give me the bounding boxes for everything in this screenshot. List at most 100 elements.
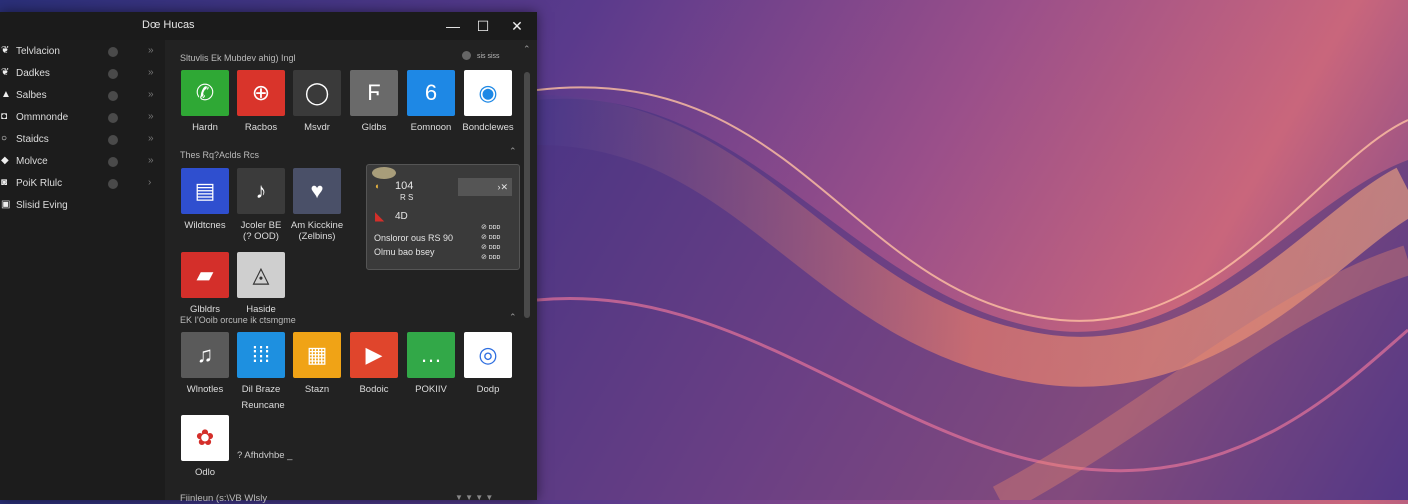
sidebar-item-salbes[interactable]: ▲ Salbes » (0, 86, 165, 106)
app-tile[interactable]: ⊕ (237, 70, 285, 116)
app-tile-label: Eomnoon (410, 122, 452, 133)
sidebar-item-poik-rlulc[interactable]: ◙ PoiK Rlulc › (0, 174, 165, 194)
app-tile[interactable]: ♪ (237, 168, 285, 214)
app-tile[interactable]: ▰ (181, 252, 229, 298)
window-title: Dœ Hucas (142, 19, 195, 31)
chevron-right-icon: › (148, 177, 152, 188)
app-tile-label: Racbos (244, 122, 278, 133)
sidebar-item-ommnonde[interactable]: ◘ Ommnonde » (0, 108, 165, 128)
chat-plus-icon: ⊕ (251, 80, 271, 105)
app-tile[interactable]: ▤ (181, 168, 229, 214)
sidebar: ❦ Telvlacion » ❦ Dadkes » ▲ Salbes » ◘ Ommnonde… (0, 40, 165, 500)
status-dot-icon (108, 91, 118, 101)
close-button[interactable]: ✕ (502, 15, 532, 37)
main-panel: Sltuvlis Ek Mubdev ahig) Ingl sis siss ⌃… (165, 40, 537, 504)
app-tile-label: Wlnotles (186, 384, 224, 395)
popup-list-item[interactable]: ⊘ ᴅᴅᴅ (481, 243, 500, 251)
mountain-icon: ▲ (1, 89, 11, 100)
chevron-right-icon: » (148, 89, 154, 100)
app-tile[interactable]: 6 (407, 70, 455, 116)
bottom-arrows[interactable]: ▼ ▼ ▼ ▼ (455, 493, 493, 502)
coin-icon (372, 167, 396, 179)
section-title: Sltuvlis Ek Mubdev ahig) Ingl (180, 53, 296, 63)
popup-value-sub: R S (400, 193, 414, 202)
app-tile[interactable]: ✿ (181, 415, 229, 461)
popup-list-item[interactable]: ⊘ ᴅᴅᴅ (481, 253, 500, 261)
app-tile-label: Msvdr (304, 122, 330, 133)
app-tile[interactable]: ✆ (181, 70, 229, 116)
app-tile[interactable]: ◉ (464, 70, 512, 116)
status-dot-icon (108, 113, 118, 123)
app-tile-label: Gldbs (361, 122, 387, 133)
tile-sub-label: Reuncane (241, 400, 285, 411)
app-tile-label: Am Kicckine (Zelbins) (290, 220, 344, 242)
sidebar-item-dadkes[interactable]: ❦ Dadkes » (0, 64, 165, 84)
id-card-icon: ▤ (194, 178, 216, 203)
collapse-icon[interactable]: ⌃ (523, 44, 531, 55)
popup-value-secondary: 4D (395, 211, 408, 222)
app-tile[interactable]: ◎ (464, 332, 512, 378)
app-tile[interactable]: ▶ (350, 332, 398, 378)
sidebar-item-slisid-eving[interactable]: ▣ Slisid Eving (0, 196, 165, 216)
sidebar-item-staidcs[interactable]: ○ Staidcs » (0, 130, 165, 150)
app-tile[interactable]: … (407, 332, 455, 378)
popup-close-button[interactable]: ›✕ (458, 178, 512, 196)
ring-icon: ◎ (478, 342, 498, 367)
maximize-button[interactable]: ☐ (468, 15, 498, 37)
app-tile[interactable]: ⁞⁞⁞ (237, 332, 285, 378)
scrollbar-thumb[interactable] (524, 72, 530, 318)
app-tile-label: Odlo (194, 467, 216, 478)
section-title: Thes Rq?Aclds Rcs (180, 150, 260, 160)
app-tile-label: POKIIV (415, 384, 447, 395)
app-tile[interactable]: ♫ (181, 332, 229, 378)
bird-icon: ❦ (1, 45, 10, 56)
collapse-icon[interactable]: ⌃ (509, 312, 517, 323)
message-icon: ▰ (196, 262, 214, 287)
app-tile-label: Stazn (304, 384, 330, 395)
popup-line-1: Onsloror ous RS 90 (374, 233, 454, 243)
collapse-icon[interactable]: ⌃ (509, 146, 517, 157)
status-icon (462, 51, 471, 60)
app-tile[interactable]: ▦ (293, 332, 341, 378)
sidebar-item-label: Slisid Eving (16, 200, 68, 211)
app-tile[interactable]: ♥ (293, 168, 341, 214)
music-note-icon: ♪ (255, 178, 267, 203)
app-tile[interactable]: ◯ (293, 70, 341, 116)
popup-list-item[interactable]: ⊘ ᴅᴅᴅ (481, 233, 500, 241)
sidebar-item-label: Molvce (16, 156, 48, 167)
app-tile-label: Dodp (476, 384, 500, 395)
footer-note: ? Afhdvhbe _ (237, 450, 293, 461)
music-circle-icon: ♫ (196, 342, 214, 367)
minimize-button[interactable]: — (438, 15, 468, 37)
sidebar-item-molvce[interactable]: ◆ Molvce » (0, 152, 165, 172)
app-tile[interactable]: Ϝ (350, 70, 398, 116)
popup-list-item[interactable]: ⊘ ᴅᴅᴅ (481, 223, 500, 231)
section-right-label: sis siss (477, 53, 500, 60)
status-dot-icon (108, 47, 118, 57)
circle-icon: ○ (1, 133, 8, 144)
grid-icon: ▦ (306, 342, 328, 367)
chevron-right-icon: » (148, 111, 154, 122)
app-tile-label: Dil Braze (241, 384, 281, 395)
app-tile[interactable]: ◬ (237, 252, 285, 298)
status-dot-icon (108, 157, 118, 167)
heart-group-icon: ♥ (310, 178, 324, 203)
speech-icon: … (420, 342, 442, 367)
box-icon: ◙ (1, 177, 8, 188)
status-dot-icon (108, 69, 118, 79)
title-bar: Dœ Hucas — ☐ ✕ (0, 12, 537, 40)
status-dot-icon (108, 135, 118, 145)
app-tile-label: Wildtcnes (184, 220, 226, 231)
status-dot-icon (108, 179, 118, 189)
popup-value-primary: 104 (395, 180, 414, 192)
video-icon: ▣ (1, 199, 11, 210)
section-title: EK I'Ooib orcune ik ctsmgme (180, 315, 296, 325)
sidebar-item-label: Ommnonde (16, 112, 69, 123)
dots-icon: ⁞⁞⁞ (251, 342, 271, 367)
app-window: Dœ Hucas — ☐ ✕ ❦ Telvlacion » ❦ Dadkes » ▲ Sa… (0, 12, 537, 504)
chrome-icon: ◉ (478, 80, 498, 105)
chevron-right-icon: » (148, 155, 154, 166)
app-tile-label: Bodoic (359, 384, 389, 395)
sidebar-item-label: PoiK Rlulc (16, 178, 63, 189)
sidebar-item-telvlacion[interactable]: ❦ Telvlacion » (0, 42, 165, 62)
